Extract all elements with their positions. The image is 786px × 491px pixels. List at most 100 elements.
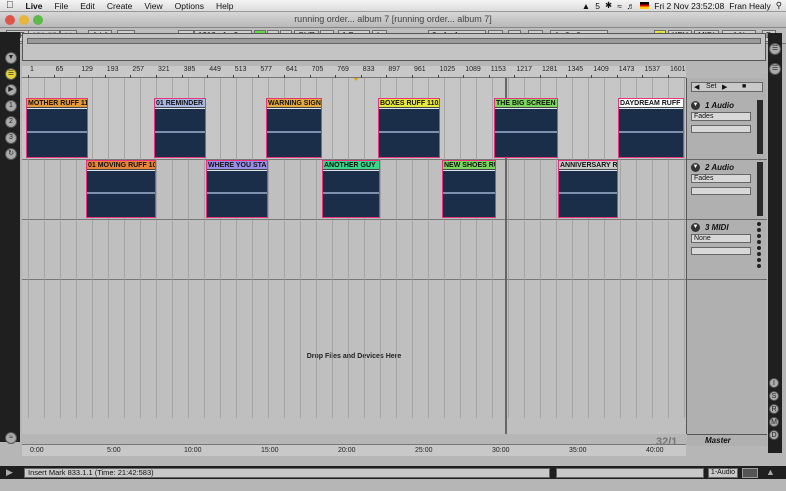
track-field-2[interactable] xyxy=(691,187,751,195)
beat-ruler[interactable]: 1 65 129 193 257 321 385 449 513 577 641 705 769 833 8… xyxy=(22,66,686,78)
wifi-icon[interactable]: ≈ xyxy=(617,1,622,11)
arrangement-view[interactable]: Drop Files and Devices Here MOTHER RUFF … xyxy=(22,78,686,434)
hot-swap-icon[interactable]: ↻ xyxy=(5,148,17,160)
arrangement-overview[interactable] xyxy=(22,33,766,61)
audio-clip[interactable]: BOXES RUFF 1102 xyxy=(378,98,440,158)
clip-name[interactable]: MOTHER RUFF 110 xyxy=(27,99,87,108)
clip-name[interactable]: NEW SHOES RUFF xyxy=(443,161,495,170)
fold-icon[interactable]: ▼ xyxy=(691,223,700,232)
menu-view[interactable]: View xyxy=(138,1,168,11)
menu-app[interactable]: Live xyxy=(20,1,49,11)
clock[interactable]: Fri 2 Nov 23:52:08 xyxy=(654,1,724,11)
grid-line xyxy=(572,78,573,418)
track-header-3[interactable]: ▼ 3 MIDI None xyxy=(687,220,767,280)
window-title: running order... album 7 [running order.… xyxy=(294,14,492,24)
folder-icon[interactable]: 1 xyxy=(5,100,17,112)
audio-clip[interactable]: MOTHER RUFF 110 xyxy=(26,98,88,158)
prev-locator-icon[interactable]: ◀ xyxy=(694,83,699,91)
track-lane-1[interactable] xyxy=(22,78,686,160)
lock-icon[interactable]: ■ xyxy=(742,83,746,90)
fold-icon[interactable]: ▼ xyxy=(691,163,700,172)
ruler-tick-label: 321 xyxy=(158,66,170,73)
adobe-icon[interactable]: ▲ xyxy=(582,1,590,11)
menu-options[interactable]: Options xyxy=(169,1,210,11)
clip-name[interactable]: ANOTHER GUY xyxy=(323,161,379,170)
track-selector[interactable]: 1-Audio xyxy=(708,468,738,478)
session-view-icon[interactable]: ☰ xyxy=(769,43,781,55)
track-name-3[interactable]: 3 MIDI xyxy=(705,223,729,232)
audio-clip[interactable]: ANNIVERSARY RUF xyxy=(558,160,618,218)
mixer-toggle-icon[interactable]: M xyxy=(769,417,779,427)
fades-dropdown-1[interactable]: Fades xyxy=(691,112,751,121)
audio-clip[interactable]: THE BIG SCREEN R xyxy=(494,98,558,158)
info-view-icon[interactable]: ≈ xyxy=(5,432,17,444)
master-name[interactable]: Master xyxy=(705,436,731,445)
return-toggle-icon[interactable]: R xyxy=(769,404,779,414)
track-name-1[interactable]: 1 Audio xyxy=(705,101,734,110)
flag-icon[interactable] xyxy=(640,2,650,9)
right-bar: ☰ ☰ I S R M D xyxy=(768,33,782,453)
clip-name[interactable]: 01 REMINDER RUF xyxy=(155,99,205,108)
clip-name[interactable]: THE BIG SCREEN R xyxy=(495,99,557,108)
volume-icon[interactable]: ♬ xyxy=(627,1,636,11)
fold-icon[interactable]: ▼ xyxy=(691,101,700,110)
menu-help[interactable]: Help xyxy=(210,1,239,11)
delay-toggle-icon[interactable]: D xyxy=(769,430,779,440)
sends-toggle-icon[interactable]: S xyxy=(769,391,779,401)
time-ruler[interactable]: 0:00 5:00 10:00 15:00 20:00 25:00 30:00 35:00 40… xyxy=(22,444,686,456)
clip-name[interactable]: WARNING SIGN RU xyxy=(267,99,321,108)
folder3-icon[interactable]: 3 xyxy=(5,132,17,144)
left-browser-bar: ▼ ☰ ▶ 1 2 3 ↻ ≈ xyxy=(0,32,20,444)
ruler-tick-label: 769 xyxy=(337,66,349,73)
time-tick-label: 40:00 xyxy=(646,447,664,454)
audio-clip[interactable]: NEW SHOES RUFF xyxy=(442,160,496,218)
clip-name[interactable]: ANNIVERSARY RUF xyxy=(559,161,617,170)
menu-create[interactable]: Create xyxy=(101,1,139,11)
clip-name[interactable]: DAYDREAM RUFF xyxy=(619,99,683,108)
bluetooth-icon[interactable]: ✱ xyxy=(605,0,612,11)
spotlight-icon[interactable]: ⚲ xyxy=(776,0,782,11)
track-header-1[interactable]: ▼ 1 Audio Fades xyxy=(687,98,767,160)
audio-clip[interactable]: 01 MOVING RUFF 10 xyxy=(86,160,156,218)
midi-dropdown-3[interactable]: None xyxy=(691,234,751,243)
apple-icon[interactable]:  xyxy=(0,0,20,11)
live-devices-icon[interactable]: ☰ xyxy=(5,68,17,80)
info-toggle-icon[interactable]: ▶ xyxy=(6,467,13,478)
detail-toggle-icon[interactable]: ▲ xyxy=(766,467,775,477)
track-name-2[interactable]: 2 Audio xyxy=(705,163,734,172)
clip-name[interactable]: WHERE YOU STAND xyxy=(207,161,267,170)
user-name[interactable]: Fran Healy xyxy=(729,1,771,11)
clip-waveform xyxy=(495,109,557,157)
ruler-tick-label: 513 xyxy=(234,66,247,73)
overview-strip[interactable] xyxy=(27,38,761,44)
audio-clip[interactable]: ANOTHER GUY xyxy=(322,160,380,218)
arrangement-view-icon[interactable]: ☰ xyxy=(769,63,781,75)
clip-name[interactable]: BOXES RUFF 1102 xyxy=(379,99,439,108)
io-toggle-icon[interactable]: I xyxy=(769,378,779,388)
clip-name[interactable]: 01 MOVING RUFF 10 xyxy=(87,161,155,170)
midi-keys xyxy=(757,222,763,270)
menu-edit[interactable]: Edit xyxy=(74,1,101,11)
track-lane-3[interactable] xyxy=(22,220,686,280)
audio-clip[interactable]: WARNING SIGN RU xyxy=(266,98,322,158)
next-locator-icon[interactable]: ▶ xyxy=(722,83,727,91)
track-field-3[interactable] xyxy=(691,247,751,255)
audio-clip[interactable]: DAYDREAM RUFF xyxy=(618,98,684,158)
clip-waveform xyxy=(559,171,617,217)
menu-file[interactable]: File xyxy=(49,1,75,11)
track-field-1[interactable] xyxy=(691,125,751,133)
browser-toggle-icon[interactable]: ▼ xyxy=(5,52,17,64)
folder2-icon[interactable]: 2 xyxy=(5,116,17,128)
master-header[interactable]: Master xyxy=(687,434,767,446)
midi-icon[interactable] xyxy=(742,468,758,478)
plugin-icon[interactable]: ▶ xyxy=(5,84,17,96)
battery-count[interactable]: 5 xyxy=(595,1,600,11)
time-tick-label: 25:00 xyxy=(415,447,433,454)
audio-clip[interactable]: 01 REMINDER RUF xyxy=(154,98,206,158)
locator-icon[interactable] xyxy=(352,78,360,81)
audio-clip[interactable]: WHERE YOU STAND xyxy=(206,160,268,218)
track-header-2[interactable]: ▼ 2 Audio Fades xyxy=(687,160,767,220)
set-button[interactable]: Set xyxy=(706,83,717,90)
grid-line xyxy=(364,78,365,418)
fades-dropdown-2[interactable]: Fades xyxy=(691,174,751,183)
